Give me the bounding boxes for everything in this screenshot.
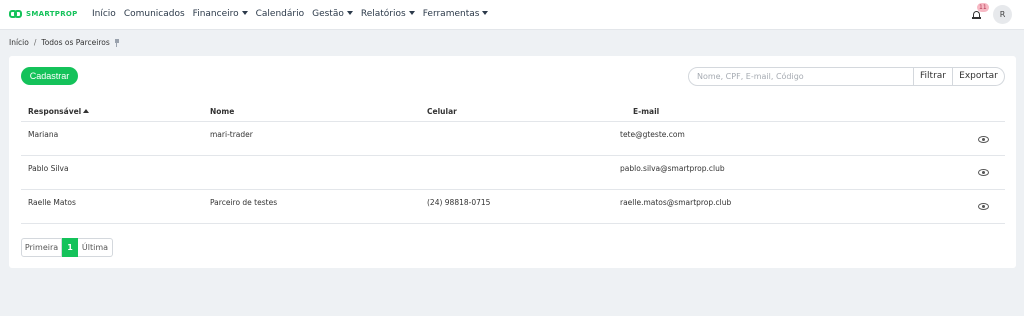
nav-item-calendario[interactable]: Calendário xyxy=(256,9,304,19)
column-header-nome[interactable]: Nome xyxy=(210,107,234,116)
view-eye-icon[interactable] xyxy=(978,169,989,176)
chevron-down-icon xyxy=(408,11,415,15)
partners-card: Cadastrar Filtrar Exportar Responsável N… xyxy=(9,56,1016,268)
add-partner-button[interactable]: Cadastrar xyxy=(21,67,78,85)
pagination: Primeira 1 Última xyxy=(21,238,113,257)
nav-item-label: Comunicados xyxy=(123,9,185,19)
breadcrumb-current: Todos os Parceiros xyxy=(41,38,110,47)
table-row: Mariana mari-trader tete@gteste.com xyxy=(21,122,1005,156)
breadcrumb-home[interactable]: Início xyxy=(9,38,29,47)
view-eye-icon[interactable] xyxy=(978,203,989,210)
brand-logo[interactable]: SMARTPROP xyxy=(9,9,78,19)
export-button[interactable]: Exportar xyxy=(953,67,1005,86)
column-header-responsavel[interactable]: Responsável xyxy=(28,107,90,116)
notification-badge: 11 xyxy=(977,3,989,12)
column-header-email[interactable]: E-mail xyxy=(633,107,659,116)
pagination-first[interactable]: Primeira xyxy=(21,238,62,257)
nav-item-comunicados[interactable]: Comunicados xyxy=(124,9,185,19)
cell-email: raelle.matos@smartprop.club xyxy=(620,198,732,207)
table-row: Raelle Matos Parceiro de testes (24) 988… xyxy=(21,190,1005,224)
nav-item-relatorios[interactable]: Relatórios xyxy=(361,9,415,19)
pagination-last[interactable]: Última xyxy=(78,238,113,257)
brand-name: SMARTPROP xyxy=(26,10,78,18)
breadcrumb-separator: / xyxy=(33,38,37,47)
avatar[interactable]: R xyxy=(993,5,1012,24)
nav-item-inicio[interactable]: Início xyxy=(92,9,116,19)
nav-item-label: Financeiro xyxy=(192,9,239,19)
table-row: Pablo Silva pablo.silva@smartprop.club xyxy=(21,156,1005,190)
nav-item-label: Calendário xyxy=(255,9,305,19)
column-header-celular[interactable]: Celular xyxy=(427,107,457,116)
sort-ascending-icon xyxy=(83,109,90,113)
breadcrumb: Início / Todos os Parceiros xyxy=(9,38,120,47)
top-navbar: SMARTPROP Início Comunicados Financeiro … xyxy=(0,0,1024,30)
search-input[interactable] xyxy=(688,67,914,86)
chevron-down-icon xyxy=(241,11,248,15)
search-group: Filtrar Exportar xyxy=(688,67,1005,86)
cell-email: pablo.silva@smartprop.club xyxy=(620,164,725,173)
chevron-down-icon xyxy=(346,11,353,15)
chevron-down-icon xyxy=(482,11,489,15)
nav-item-financeiro[interactable]: Financeiro xyxy=(193,9,248,19)
nav-item-gestao[interactable]: Gestão xyxy=(312,9,353,19)
cell-nome: Parceiro de testes xyxy=(210,198,278,207)
cell-celular: (24) 98818-0715 xyxy=(427,198,491,207)
pagination-page-current[interactable]: 1 xyxy=(62,238,78,257)
view-eye-icon[interactable] xyxy=(978,136,989,143)
logo-icon xyxy=(9,9,23,19)
nav-item-label: Relatórios xyxy=(360,9,406,19)
cell-responsavel: Raelle Matos xyxy=(28,198,76,207)
filter-button[interactable]: Filtrar xyxy=(914,67,953,86)
pin-icon[interactable] xyxy=(114,38,120,47)
cell-responsavel: Mariana xyxy=(28,130,59,139)
cell-responsavel: Pablo Silva xyxy=(28,164,69,173)
nav-item-label: Ferramentas xyxy=(422,9,480,19)
nav-item-label: Gestão xyxy=(312,9,344,19)
cell-nome: mari-trader xyxy=(210,130,253,139)
nav-item-label: Início xyxy=(92,9,116,19)
column-header-label: Responsável xyxy=(28,107,82,116)
cell-email: tete@gteste.com xyxy=(620,130,685,139)
main-menu: Início Comunicados Financeiro Calendário… xyxy=(92,9,496,19)
nav-item-ferramentas[interactable]: Ferramentas xyxy=(423,9,489,19)
